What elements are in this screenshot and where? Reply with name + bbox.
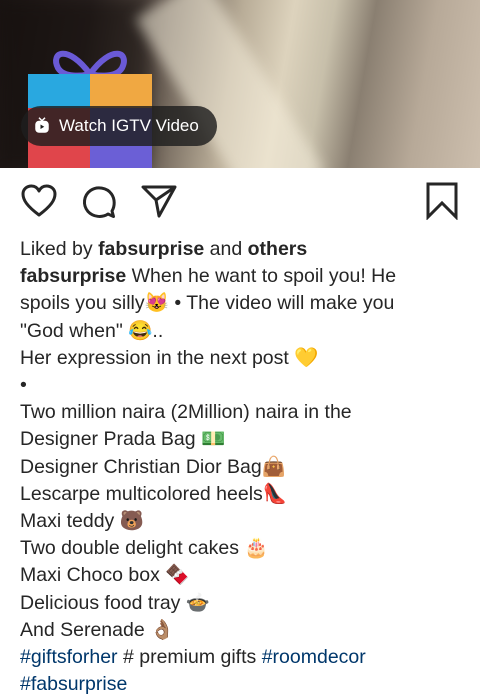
caption-username[interactable]: fabsurprise: [20, 265, 126, 287]
caption-line-8: Designer Christian Dior Bag👜: [20, 455, 286, 478]
plain-tag-text: # premium gifts: [117, 646, 262, 669]
hashtag-roomdecor[interactable]: #roomdecor: [262, 646, 366, 668]
caption-line-12: Maxi Choco box 🍫: [20, 564, 190, 587]
caption-line-4: Her expression in the next post 💛: [20, 346, 319, 369]
hashtags-line-1: #giftsforher # premium gifts #roomdecor: [20, 644, 460, 671]
heart-icon[interactable]: [21, 184, 57, 218]
caption-line-3: "God when" 😂..: [20, 319, 164, 342]
caption-line-10: Maxi teddy 🐻: [20, 510, 144, 533]
post-caption: Liked by fabsurprise and others fabsurpr…: [0, 236, 480, 698]
send-icon[interactable]: [141, 183, 177, 219]
caption-line-13: Delicious food tray 🍲: [20, 591, 211, 614]
hashtags-line-2: #fabsurprise: [20, 671, 460, 698]
comment-icon[interactable]: [82, 185, 116, 219]
likes-prefix: Liked by: [20, 238, 99, 260]
caption-line-11: Two double delight cakes 🎂: [20, 537, 269, 560]
watch-igtv-label: Watch IGTV Video: [59, 116, 199, 135]
action-bar: [0, 168, 480, 238]
caption-line-14: And Serenade 👌🏽: [20, 618, 175, 641]
caption-line-1: fabsurprise When he want to spoil you! H…: [20, 263, 460, 290]
gift-box-icon: [28, 34, 152, 168]
hashtag-fabsurprise[interactable]: #fabsurprise: [20, 673, 127, 695]
caption-line-7: Designer Prada Bag 💵: [20, 428, 226, 451]
caption-bullet: •: [20, 374, 27, 397]
caption-line-6: Two million naira (2Million) naira in th…: [20, 401, 352, 424]
likes-others-link[interactable]: others: [248, 238, 308, 260]
hashtag-giftsforher[interactable]: #giftsforher: [20, 646, 118, 668]
watch-igtv-button[interactable]: Watch IGTV Video: [21, 106, 217, 146]
liked-by-username[interactable]: fabsurprise: [98, 238, 204, 260]
igtv-icon: [35, 117, 49, 133]
post-media-video[interactable]: Watch IGTV Video: [0, 0, 480, 168]
likes-and: and: [204, 238, 248, 260]
caption-line-9: Lescarpe multicolored heels👠: [20, 482, 288, 505]
caption-text-1: When he want to spoil you! He: [126, 265, 397, 288]
caption-line-2: spoils you silly😻 • The video will make …: [20, 292, 395, 315]
likes-line: Liked by fabsurprise and others: [20, 236, 460, 263]
bookmark-icon[interactable]: [426, 182, 458, 220]
